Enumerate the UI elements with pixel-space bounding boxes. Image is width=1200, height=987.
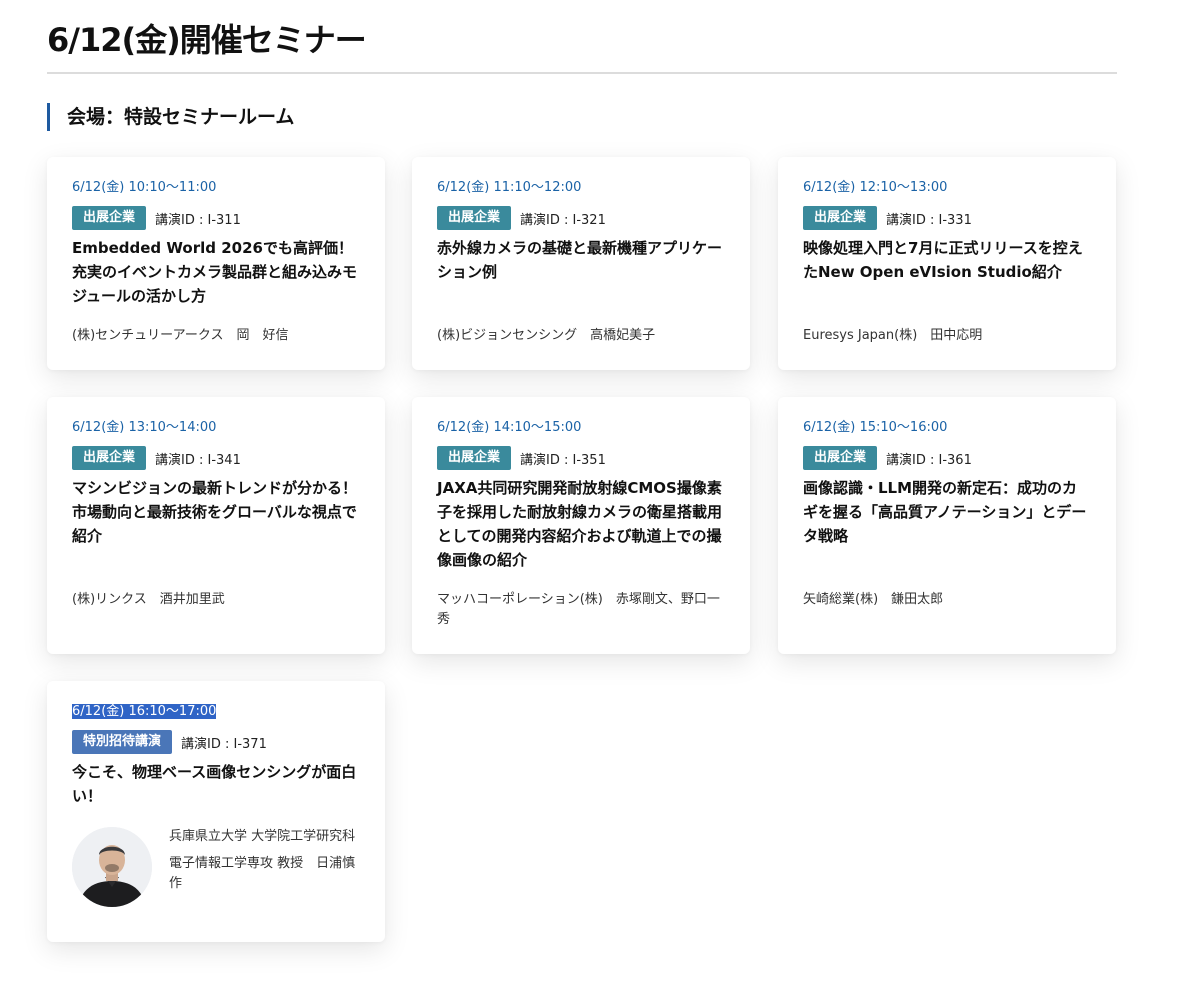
session-title[interactable]: 赤外線カメラの基礎と最新機種アプリケーション例 (437, 236, 726, 284)
session-card-i-331[interactable]: 6/12(金) 12:10〜13:00 出展企業 講演ID : I-331 映像… (778, 157, 1116, 370)
session-title[interactable]: 画像認識・LLM開発の新定石：成功のカギを握る「高品質アノテーション」とデータ戦… (803, 476, 1092, 548)
session-title[interactable]: 映像処理入門と7月に正式リリースを控えたNew Open eVIsion Stu… (803, 236, 1092, 284)
category-badge: 出展企業 (437, 206, 512, 230)
session-title[interactable]: マシンビジョンの最新トレンドが分かる！ 市場動向と最新技術をグローバルな視点で紹… (72, 476, 361, 548)
session-title[interactable]: JAXA共同研究開発耐放射線CMOS撮像素子を採用した耐放射線カメラの衛星搭載用… (437, 476, 726, 572)
session-speaker: (株)ビジョンセンシング 高橋妃美子 (437, 328, 656, 343)
speaker-detail: 電子情報工学専攻 教授 日浦慎作 (169, 856, 356, 891)
lecture-id: 講演ID : I-311 (155, 212, 241, 228)
lecture-id: 講演ID : I-321 (520, 212, 606, 228)
session-speaker: (株)センチュリーアークス 岡 好信 (72, 328, 289, 343)
speaker-affiliation: 兵庫県立大学 大学院工学研究科 (169, 829, 356, 844)
category-badge: 特別招待講演 (72, 730, 173, 754)
lecture-id: 講演ID : I-331 (886, 212, 972, 228)
session-speaker: 矢崎総業(株) 鎌田太郎 (803, 592, 944, 607)
session-time: 6/12(金) 14:10〜15:00 (437, 420, 582, 435)
session-time: 6/12(金) 11:10〜12:00 (437, 180, 582, 195)
category-badge: 出展企業 (72, 206, 147, 230)
session-card-i-371[interactable]: 6/12(金) 16:10〜17:00 特別招待講演 講演ID : I-371 … (47, 681, 385, 942)
session-speaker: (株)リンクス 酒井加里武 (72, 592, 225, 607)
session-card-i-341[interactable]: 6/12(金) 13:10〜14:00 出展企業 講演ID : I-341 マシ… (47, 397, 385, 654)
session-time: 6/12(金) 15:10〜16:00 (803, 420, 948, 435)
session-card-i-311[interactable]: 6/12(金) 10:10〜11:00 出展企業 講演ID : I-311 Em… (47, 157, 385, 370)
venue-heading: 会場：特設セミナールーム (47, 103, 294, 131)
speaker-avatar (72, 827, 152, 907)
lecture-id: 講演ID : I-361 (886, 452, 972, 468)
category-badge: 出展企業 (803, 206, 878, 230)
session-time: 6/12(金) 10:10〜11:00 (72, 180, 217, 195)
session-title[interactable]: Embedded World 2026でも高評価！充実のイベントカメラ製品群と組… (72, 236, 361, 308)
session-time: 6/12(金) 13:10〜14:00 (72, 420, 217, 435)
category-badge: 出展企業 (437, 446, 512, 470)
session-time: 6/12(金) 12:10〜13:00 (803, 180, 948, 195)
category-badge: 出展企業 (803, 446, 878, 470)
session-card-i-321[interactable]: 6/12(金) 11:10〜12:00 出展企業 講演ID : I-321 赤外… (412, 157, 750, 370)
lecture-id: 講演ID : I-341 (155, 452, 241, 468)
page-title: 6/12(金)開催セミナー (47, 21, 367, 59)
title-divider (47, 72, 1117, 74)
session-speaker: マッハコーポレーション(株) 赤塚剛文、野口一秀 (437, 592, 720, 627)
lecture-id: 講演ID : I-351 (520, 452, 606, 468)
session-time: 6/12(金) 16:10〜17:00 (72, 704, 217, 719)
category-badge: 出展企業 (72, 446, 147, 470)
session-card-i-351[interactable]: 6/12(金) 14:10〜15:00 出展企業 講演ID : I-351 JA… (412, 397, 750, 654)
session-title[interactable]: 今こそ、物理ベース画像センシングが面白い！ (72, 760, 361, 808)
session-speaker: Euresys Japan(株) 田中応明 (803, 328, 983, 343)
lecture-id: 講演ID : I-371 (181, 736, 267, 752)
session-card-i-361[interactable]: 6/12(金) 15:10〜16:00 出展企業 講演ID : I-361 画像… (778, 397, 1116, 654)
